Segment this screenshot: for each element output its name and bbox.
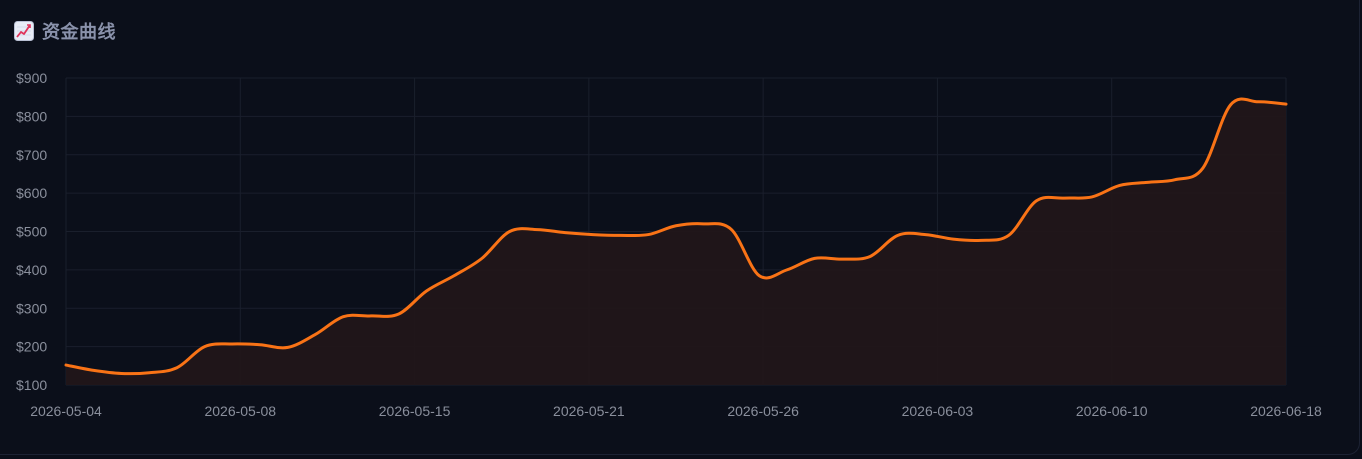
data-point — [869, 255, 871, 257]
data-point — [758, 274, 760, 276]
data-point — [564, 231, 566, 233]
data-point — [536, 228, 538, 230]
y-tick-label: $300 — [16, 300, 47, 316]
equity-curve-panel: 资金曲线 $100 $200 $300 $400 $500 $600 $700 $800 $90… — [0, 0, 1360, 455]
data-point — [287, 346, 289, 348]
data-point — [897, 234, 899, 236]
y-tick-label: $200 — [16, 339, 47, 355]
data-point — [730, 228, 732, 230]
data-point — [1146, 181, 1148, 183]
x-tick-label: 2026-05-26 — [727, 403, 799, 419]
x-tick-label: 2026-06-18 — [1250, 403, 1322, 419]
x-tick-label: 2026-05-15 — [379, 403, 451, 419]
data-point — [259, 344, 261, 346]
x-tick-label: 2026-05-21 — [553, 403, 625, 419]
y-tick-label: $100 — [16, 377, 47, 393]
data-point — [176, 367, 178, 369]
y-tick-label: $500 — [16, 224, 47, 240]
data-point — [952, 238, 954, 240]
data-point — [203, 345, 205, 347]
equity-chart: $100 $200 $300 $400 $500 $600 $700 $800 $900 2026… — [16, 70, 1322, 419]
data-point — [813, 257, 815, 259]
data-point — [1035, 200, 1037, 202]
data-point — [619, 234, 621, 236]
x-tick-label: 2026-06-10 — [1076, 403, 1148, 419]
data-point — [841, 258, 843, 260]
data-point — [65, 364, 67, 366]
y-tick-label: $400 — [16, 262, 47, 278]
y-tick-label: $600 — [16, 185, 47, 201]
data-point — [314, 333, 316, 335]
x-tick-label: 2026-05-04 — [30, 403, 102, 419]
data-point — [924, 233, 926, 235]
data-point — [1118, 184, 1120, 186]
data-point — [1229, 104, 1231, 106]
data-point — [1285, 103, 1287, 105]
data-point — [398, 313, 400, 315]
data-point — [1091, 196, 1093, 198]
data-point — [592, 233, 594, 235]
data-point — [647, 233, 649, 235]
y-tick-label: $900 — [16, 70, 47, 86]
data-point — [370, 315, 372, 317]
data-point — [425, 290, 427, 292]
data-point — [453, 274, 455, 276]
data-point — [1063, 197, 1065, 199]
data-point — [1174, 178, 1176, 180]
data-point — [231, 343, 233, 345]
data-point — [1202, 167, 1204, 169]
y-tick-label: $800 — [16, 108, 47, 124]
data-point — [703, 223, 705, 225]
data-point — [980, 239, 982, 241]
data-point — [342, 315, 344, 317]
data-point — [675, 225, 677, 227]
data-point — [1008, 234, 1010, 236]
equity-area — [66, 99, 1286, 386]
data-point — [481, 257, 483, 259]
y-tick-label: $700 — [16, 147, 47, 163]
data-point — [120, 372, 122, 374]
x-tick-label: 2026-06-03 — [902, 403, 974, 419]
data-point — [508, 230, 510, 232]
data-point — [93, 369, 95, 371]
data-point — [786, 269, 788, 271]
data-point — [148, 372, 150, 374]
x-tick-label: 2026-05-08 — [204, 403, 276, 419]
data-point — [1257, 101, 1259, 103]
